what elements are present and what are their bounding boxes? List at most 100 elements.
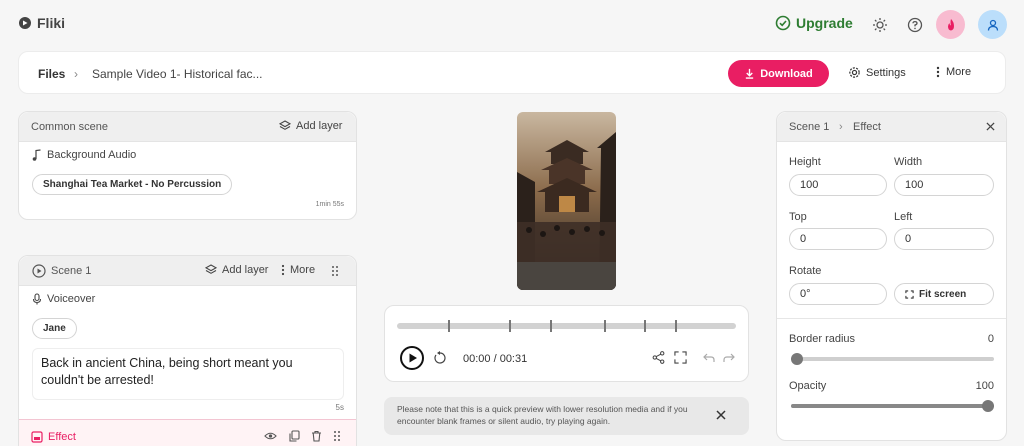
expand-icon	[905, 289, 914, 299]
add-layer-button[interactable]: Add layer	[279, 120, 342, 132]
background-audio-label: Background Audio	[47, 149, 137, 161]
breadcrumb-separator: ›	[74, 67, 78, 81]
voiceover-row: Voiceover	[32, 293, 95, 305]
scene-add-layer-label: Add layer	[222, 264, 269, 276]
drag-handle-icon[interactable]	[333, 430, 341, 442]
microphone-icon	[32, 293, 42, 305]
more-menu-button[interactable]: More	[936, 66, 971, 78]
scene-marker[interactable]	[509, 320, 511, 332]
height-label: Height	[789, 156, 821, 168]
user-avatar[interactable]	[978, 10, 1007, 39]
effect-layer-row[interactable]: Effect	[19, 419, 356, 446]
video-preview-frame[interactable]	[517, 112, 616, 290]
help-icon[interactable]	[905, 15, 925, 35]
settings-button[interactable]: Settings	[848, 66, 906, 79]
script-text-box[interactable]: Back in ancient China, being short meant…	[32, 348, 344, 400]
width-label: Width	[894, 156, 923, 168]
scene-marker[interactable]	[448, 320, 450, 332]
fit-screen-label: Fit screen	[919, 288, 967, 300]
audio-track-chip[interactable]: Shanghai Tea Market - No Percussion	[32, 174, 233, 195]
fit-screen-button[interactable]: Fit screen	[894, 283, 994, 305]
eye-icon[interactable]	[264, 431, 277, 441]
effect-layer-label: Effect	[48, 431, 76, 443]
breadcrumb-effect: Effect	[853, 121, 881, 133]
audio-duration: 1min 55s	[315, 201, 344, 208]
scene-more-button[interactable]: More	[281, 264, 315, 276]
border-radius-label: Border radius	[789, 333, 856, 345]
scene-marker[interactable]	[675, 320, 677, 332]
height-input[interactable]: 100	[789, 174, 887, 196]
width-input[interactable]: 100	[894, 174, 994, 196]
divider	[777, 318, 1006, 319]
voice-chip[interactable]: Jane	[32, 318, 77, 339]
scene-add-layer-button[interactable]: Add layer	[205, 264, 268, 276]
download-button[interactable]: Download	[728, 60, 829, 87]
add-layer-label: Add layer	[296, 120, 343, 132]
left-input[interactable]: 0	[894, 228, 994, 250]
trash-icon[interactable]	[311, 430, 322, 442]
time-display: 00:00 / 00:31	[463, 353, 528, 365]
preview-notice: Please note that this is a quick preview…	[384, 397, 749, 435]
upgrade-button[interactable]: Upgrade	[775, 15, 853, 31]
effect-panel-header: Scene 1 › Effect	[777, 112, 1006, 142]
common-scene-header: Common scene Add layer	[19, 112, 356, 142]
scene-1-header: Scene 1 Add layer More	[19, 256, 356, 286]
preview-image	[517, 112, 616, 290]
fliki-logo-icon	[18, 16, 32, 30]
upgrade-label: Upgrade	[796, 15, 853, 31]
border-radius-slider[interactable]	[791, 353, 994, 365]
top-input[interactable]: 0	[789, 228, 887, 250]
common-scene-card: Common scene Add layer Background Audio …	[18, 111, 357, 220]
border-radius-slider-handle[interactable]	[791, 353, 803, 365]
scene-more-label: More	[290, 264, 316, 276]
common-scene-title: Common scene	[31, 121, 109, 133]
play-button[interactable]	[400, 346, 424, 370]
top-label: Top	[789, 211, 807, 223]
drag-handle-icon[interactable]	[331, 265, 339, 277]
project-file-name[interactable]: Sample Video 1- Historical fac...	[92, 67, 263, 81]
background-audio-row: Background Audio	[32, 149, 136, 161]
close-notice-icon[interactable]	[716, 410, 726, 420]
fullscreen-icon[interactable]	[674, 351, 687, 364]
more-vertical-icon	[936, 66, 940, 78]
play-circle-icon[interactable]	[32, 264, 46, 278]
share-icon[interactable]	[652, 351, 665, 364]
undo-icon[interactable]	[703, 352, 715, 363]
flame-icon	[944, 18, 958, 32]
redo-icon[interactable]	[723, 352, 735, 363]
copy-icon[interactable]	[289, 430, 300, 442]
scene-marker[interactable]	[604, 320, 606, 332]
download-label: Download	[760, 67, 813, 80]
effect-settings-panel: Scene 1 › Effect Height Width 100 100 To…	[776, 111, 1007, 441]
project-header: Files › Sample Video 1- Historical fac..…	[18, 51, 1006, 94]
scene-marker[interactable]	[644, 320, 646, 332]
theme-toggle-sun-icon[interactable]	[870, 15, 890, 35]
app-logo[interactable]: Fliki	[18, 15, 65, 31]
replay-icon[interactable]	[433, 351, 447, 365]
opacity-slider[interactable]	[791, 400, 994, 412]
timeline-track[interactable]	[397, 320, 736, 332]
scene-duration: 5s	[335, 403, 344, 412]
breadcrumb-scene[interactable]: Scene 1	[789, 121, 829, 133]
opacity-label: Opacity	[789, 380, 827, 392]
app-name: Fliki	[37, 15, 66, 31]
rotate-label: Rotate	[789, 265, 822, 277]
scene-marker[interactable]	[550, 320, 552, 332]
left-label: Left	[894, 211, 913, 223]
rotate-input[interactable]: 0°	[789, 283, 887, 305]
close-icon[interactable]	[986, 122, 995, 131]
effect-layer-icon	[31, 431, 43, 443]
notice-text: Please note that this is a quick preview…	[397, 404, 688, 426]
download-icon	[744, 68, 755, 79]
layers-icon	[205, 264, 217, 276]
scene-1-card: Scene 1 Add layer More Voiceover Jane Ba…	[18, 255, 357, 446]
settings-label: Settings	[866, 66, 906, 79]
opacity-fill	[791, 404, 994, 408]
opacity-slider-handle[interactable]	[982, 400, 994, 412]
files-link[interactable]: Files	[38, 67, 65, 81]
voiceover-label: Voiceover	[47, 293, 96, 305]
credits-flame-avatar[interactable]	[936, 10, 965, 39]
music-note-icon	[32, 149, 42, 161]
scene-1-title: Scene 1	[51, 265, 92, 277]
border-radius-value: 0	[987, 333, 994, 345]
